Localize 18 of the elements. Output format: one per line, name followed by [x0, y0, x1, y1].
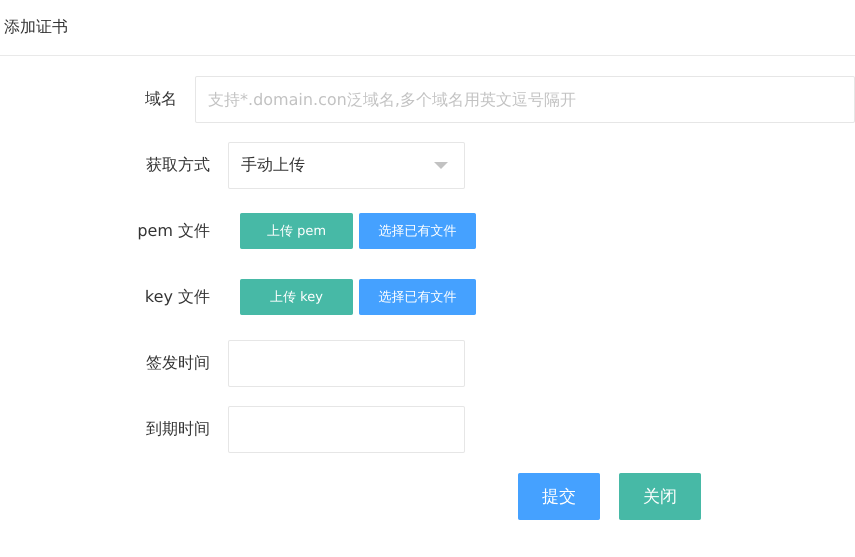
field-label: 获取方式 — [145, 154, 211, 176]
field-label: pem 文件 — [136, 220, 211, 242]
close-button[interactable]: 关闭 — [619, 473, 701, 520]
choose-file-button[interactable]: 选择已有文件 — [359, 279, 476, 315]
upload-button[interactable]: 上传 key — [240, 279, 353, 315]
upload-button[interactable]: 上传 pem — [240, 213, 353, 249]
caret-icon — [434, 162, 448, 168]
field-label: 域名 — [144, 88, 178, 110]
dialog-title: 添加证书 — [4, 17, 68, 38]
choose-file-button[interactable]: 选择已有文件 — [359, 213, 476, 249]
submit-button[interactable]: 提交 — [518, 473, 600, 520]
field-label: 签发时间 — [145, 352, 211, 374]
field-label: 到期时间 — [145, 418, 211, 440]
field-label: key 文件 — [144, 286, 211, 308]
date-field[interactable] — [228, 406, 465, 452]
domain-field[interactable]: 支持*.domain.con泛域名,多个域名用英文逗号隔开 — [195, 76, 855, 122]
method-dropdown[interactable]: 手动上传 — [228, 142, 465, 188]
date-field[interactable] — [228, 340, 465, 386]
